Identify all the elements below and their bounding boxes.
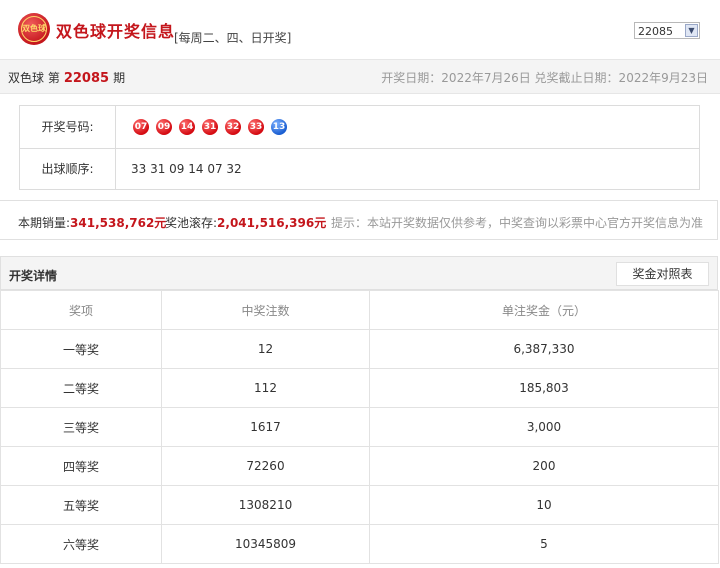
red-ball: 09 <box>156 119 172 135</box>
draw-info-bar: 双色球 第 22085 期 开奖日期：2022年7月26日 兑奖截止日期：2022年… <box>0 59 720 94</box>
prize-amount: 3,000 <box>369 407 719 447</box>
pool-value: 2,041,516,396元 <box>217 216 327 230</box>
lottery-logo-icon: 双色球 <box>18 13 50 45</box>
prize-level: 四等奖 <box>0 446 162 486</box>
prize-amount: 10 <box>369 485 719 525</box>
winner-count: 10345809 <box>161 524 370 564</box>
issue-suffix: 期 <box>113 71 126 85</box>
winning-numbers-row: 开奖号码: 07 09 14 31 32 33 13 <box>20 106 699 149</box>
prize-details-title: 开奖详情 <box>9 269 58 283</box>
disclaimer-tip: 提示：本站开奖数据仅供参考，中奖查询以彩票中心官方开奖信息为准 <box>330 216 703 230</box>
prize-level: 一等奖 <box>0 329 162 369</box>
table-row: 六等奖 10345809 5 <box>0 524 719 564</box>
table-row: 三等奖 1617 3,000 <box>0 407 719 447</box>
red-ball: 14 <box>179 119 195 135</box>
prize-level: 六等奖 <box>0 524 162 564</box>
issue-select-value: 22085 <box>638 25 673 38</box>
jackpot-pool: 奖池滚存:2,041,516,396元 <box>165 214 326 231</box>
sales-label: 本期销量: <box>18 216 71 230</box>
issue-select[interactable]: 22085 ▼ <box>634 22 700 39</box>
blue-ball: 13 <box>271 119 287 135</box>
draw-order-label: 出球顺序: <box>20 148 116 190</box>
prize-level: 五等奖 <box>0 485 162 525</box>
red-ball: 31 <box>202 119 218 135</box>
winner-count: 112 <box>161 368 370 408</box>
ball-list: 07 09 14 31 32 33 13 <box>133 119 287 135</box>
table-row: 一等奖 12 6,387,330 <box>0 329 719 369</box>
winner-count: 1308210 <box>161 485 370 525</box>
table-row: 二等奖 112 185,803 <box>0 368 719 408</box>
column-header: 中奖注数 <box>161 290 370 330</box>
table-row: 四等奖 72260 200 <box>0 446 719 486</box>
page-title: 双色球开奖信息 <box>56 22 176 41</box>
table-header-row: 奖项 中奖注数 单注奖金（元） <box>0 290 719 330</box>
red-ball: 33 <box>248 119 264 135</box>
page-header: 双色球 双色球开奖信息 [每周二、四、日开奖] 22085 ▼ <box>0 0 720 58</box>
draw-order-value: 33 31 09 14 07 32 <box>131 162 242 176</box>
sales-volume: 本期销量:341,538,762元 <box>18 214 166 231</box>
draw-dates: 开奖日期：2022年7月26日 兑奖截止日期：2022年9月23日 <box>381 71 708 85</box>
table-row: 五等奖 1308210 10 <box>0 485 719 525</box>
winning-numbers-box: 开奖号码: 07 09 14 31 32 33 13 出球顺序: 33 31 0… <box>19 105 700 190</box>
prize-amount: 200 <box>369 446 719 486</box>
draw-order-row: 出球顺序: 33 31 09 14 07 32 <box>20 148 699 190</box>
issue-number: 22085 <box>63 71 110 86</box>
red-ball: 32 <box>225 119 241 135</box>
winner-count: 12 <box>161 329 370 369</box>
prize-table: 奖项 中奖注数 单注奖金（元） 一等奖 12 6,387,330 二等奖 112… <box>0 290 719 564</box>
column-header: 奖项 <box>0 290 162 330</box>
sales-value: 341,538,762元 <box>70 216 167 230</box>
prize-compare-button[interactable]: 奖金对照表 <box>616 262 709 286</box>
pool-label: 奖池滚存: <box>165 216 218 230</box>
column-header: 单注奖金（元） <box>369 290 719 330</box>
prize-level: 三等奖 <box>0 407 162 447</box>
draw-issue: 双色球 第 22085 期 <box>8 69 125 86</box>
prize-details-header: 开奖详情 奖金对照表 <box>0 256 718 290</box>
winner-count: 72260 <box>161 446 370 486</box>
logo-text: 双色球 <box>22 23 46 33</box>
prize-amount: 185,803 <box>369 368 719 408</box>
winner-count: 1617 <box>161 407 370 447</box>
prize-amount: 6,387,330 <box>369 329 719 369</box>
prize-amount: 5 <box>369 524 719 564</box>
draw-schedule: [每周二、四、日开奖] <box>174 31 292 45</box>
sales-info: 本期销量:341,538,762元 奖池滚存:2,041,516,396元 提示… <box>0 200 718 240</box>
red-ball: 07 <box>133 119 149 135</box>
chevron-down-icon[interactable]: ▼ <box>685 24 698 37</box>
winning-numbers-label: 开奖号码: <box>20 106 116 148</box>
issue-prefix: 双色球 第 <box>8 71 60 85</box>
prize-level: 二等奖 <box>0 368 162 408</box>
